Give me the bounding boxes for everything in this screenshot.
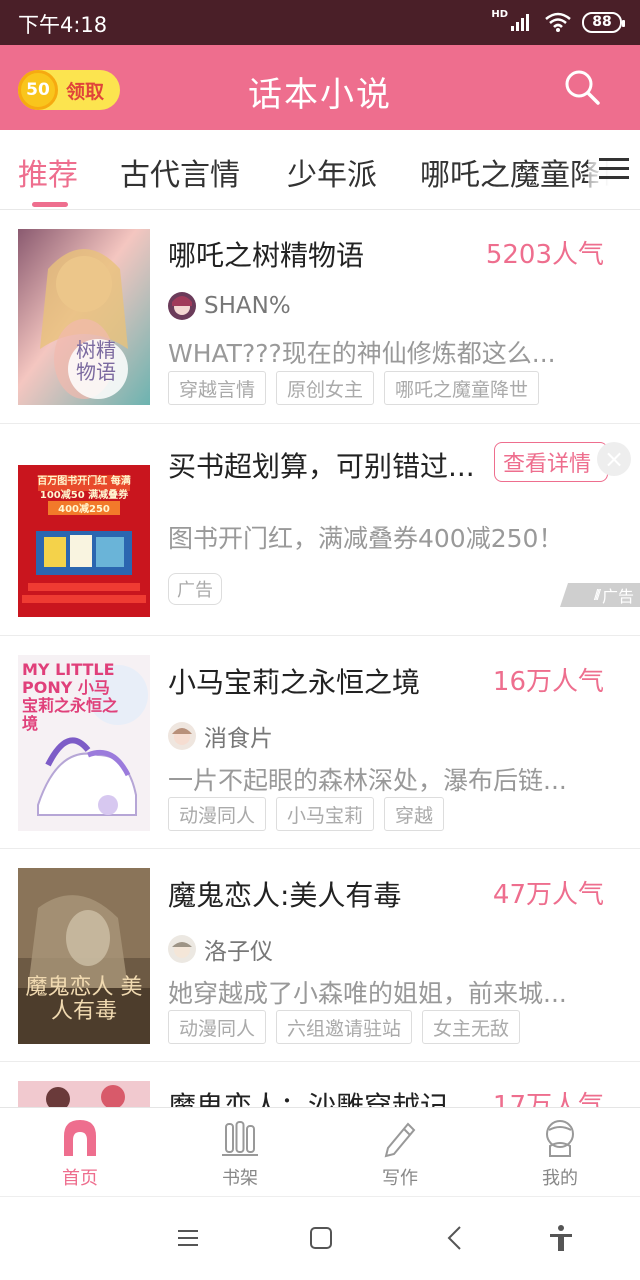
signal-icon [511,14,529,31]
book-title[interactable]: 哪吒之树精物语 [168,234,364,274]
close-icon: × [603,445,625,473]
profile-icon [546,1120,574,1157]
book-description: WHAT???现在的神仙修炼都这么... [168,339,556,368]
ad-cover-text: 百万图书开门红 每满100减50 满减叠券400减250 [37,476,131,515]
tab-menu-button[interactable] [588,130,640,208]
book-description: 一片不起眼的森林深处，瀑布后链... [168,766,567,795]
book-title[interactable]: 小马宝莉之永恒之境 [168,661,420,701]
menu-icon [599,158,629,179]
search-icon[interactable] [562,67,602,107]
nav-home[interactable]: 首页 [0,1108,160,1195]
cover-title: MY LITTLE PONY 小马宝莉之永恒之境 [22,660,119,733]
ad-corner-label: 广告 [601,587,634,606]
book-title[interactable]: 魔鬼恋人：沙雕穿越记 [168,1085,448,1107]
ad-title[interactable]: 买书超划算，可别错过... [168,445,475,485]
tag[interactable]: 动漫同人 [168,1010,267,1044]
tag-list: 动漫同人 六组邀请驻站 女主无敌 [168,1010,521,1044]
bookshelf-icon [222,1121,258,1156]
ad-label: 广告 [168,573,222,605]
list-item[interactable]: 魔鬼恋人 美人有毒 魔鬼恋人:美人有毒 47万人气 洛子仪 她穿越成了小森唯的姐… [0,850,640,1062]
list-item[interactable]: 魔鬼恋人：沙雕穿越记 17万人气 [0,1063,640,1107]
tag[interactable]: 六组邀请驻站 [276,1010,413,1044]
author-name: SHAN% [204,293,291,319]
avatar [168,292,196,320]
view-details-button[interactable]: 查看详情 [494,442,608,482]
avatar [168,722,196,750]
app-title: 话本小说 [248,75,392,115]
nav-bookshelf[interactable]: 书架 [160,1108,320,1195]
author-name: 消食片 [204,726,273,752]
home-icon [64,1120,96,1156]
popularity-count: 17万人气 [492,1091,604,1107]
author-row[interactable]: SHAN% [168,292,291,320]
cover-title: 树精物语 [76,338,116,384]
tab-recommend[interactable]: 推荐 [18,150,78,194]
book-description: 她穿越成了小森唯的姐姐，前来城... [168,979,567,1008]
app-header: 50 领取 话本小说 [0,45,640,130]
status-icons: HD 88 [491,9,625,35]
ad-cover[interactable]: 百万图书开门红 每满100减50 满减叠券400减250 [18,441,150,617]
home-key-icon[interactable] [306,1223,336,1253]
book-title[interactable]: 魔鬼恋人:美人有毒 [168,874,401,914]
back-key-icon[interactable] [440,1223,470,1253]
nav-write[interactable]: 写作 [320,1108,480,1195]
author-name: 洛子仪 [204,939,273,965]
list-item[interactable]: 树精物语 哪吒之树精物语 5203人气 SHAN% WHAT???现在的神仙修炼… [0,210,640,424]
wifi-icon [545,12,571,32]
active-tab-indicator [32,202,68,207]
nav-label: 我的 [542,1168,578,1189]
author-row[interactable]: 洛子仪 [168,932,273,966]
system-nav-bar [0,1196,640,1280]
ad-network-icon: /// [593,587,601,603]
ad-item[interactable]: 百万图书开门红 每满100减50 满减叠券400减250 买书超划算，可别错过.… [0,425,640,636]
nav-label: 书架 [222,1168,258,1189]
tab-youth[interactable]: 少年派 [287,150,377,194]
pen-icon [384,1122,416,1158]
nav-profile[interactable]: 我的 [480,1108,640,1195]
tag[interactable]: 哪吒之魔童降世 [384,371,540,405]
category-tabs: 推荐 古代言情 少年派 哪吒之魔童降世 [0,130,640,210]
accessibility-icon[interactable] [546,1223,576,1253]
status-time: 下午4:18 [18,13,108,37]
close-ad-button[interactable]: × [597,442,631,476]
book-cover[interactable] [18,1081,150,1107]
tag[interactable]: 穿越言情 [168,371,267,405]
tag[interactable]: 女主无敌 [422,1010,521,1044]
status-bar: 下午4:18 HD 88 [0,0,640,45]
cover-title: 魔鬼恋人 美人有毒 [25,975,143,1024]
popularity-count: 16万人气 [492,667,604,697]
list-item[interactable]: MY LITTLE PONY 小马宝莉之永恒之境 小马宝莉之永恒之境 16万人气… [0,637,640,849]
author-row[interactable]: 消食片 [168,719,273,753]
book-cover[interactable]: 树精物语 [18,229,150,405]
menu-key-icon[interactable] [173,1223,203,1253]
tag-list: 动漫同人 小马宝莉 穿越 [168,797,445,831]
tag[interactable]: 动漫同人 [168,797,267,831]
tag[interactable]: 小马宝莉 [276,797,375,831]
tag[interactable]: 原创女主 [276,371,375,405]
ad-corner-badge: /// 广告 [560,583,640,607]
network-type-label: HD [491,9,508,20]
nav-label: 写作 [382,1168,418,1189]
book-cover[interactable]: MY LITTLE PONY 小马宝莉之永恒之境 [18,655,150,831]
battery-indicator: 88 [582,11,625,33]
ad-description: 图书开门红，满减叠券400减250！ [168,524,564,553]
tab-ancient-romance[interactable]: 古代言情 [120,150,240,194]
avatar [168,935,196,963]
tag[interactable]: 穿越 [384,797,445,831]
book-cover[interactable]: 魔鬼恋人 美人有毒 [18,868,150,1044]
tag-list: 穿越言情 原创女主 哪吒之魔童降世 [168,371,540,405]
bottom-nav: 首页 书架 写作 我的 [0,1107,640,1195]
popularity-count: 47万人气 [492,880,604,910]
popularity-count: 5203人气 [485,240,604,270]
nav-label: 首页 [62,1168,98,1189]
